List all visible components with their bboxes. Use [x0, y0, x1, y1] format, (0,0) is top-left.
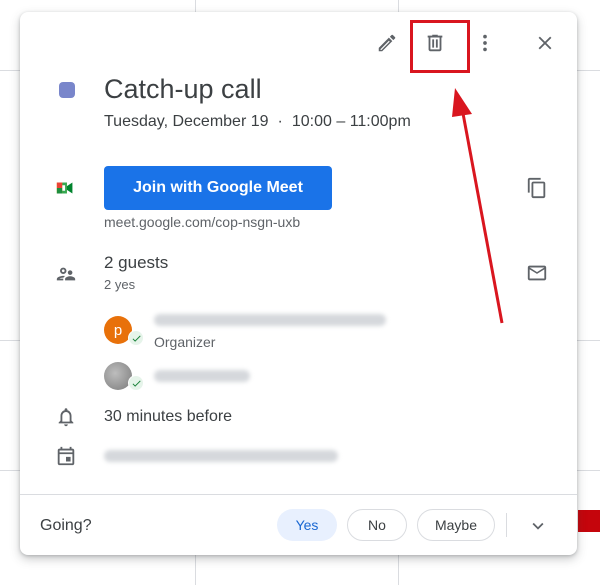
guests-response-summary: 2 yes [104, 277, 136, 292]
calendar-icon [54, 444, 78, 468]
rsvp-separator [506, 513, 507, 537]
rsvp-yes-button[interactable]: Yes [277, 509, 337, 541]
accepted-check-icon [128, 330, 144, 346]
event-time: 10:00 – 11:00pm [291, 113, 411, 130]
rsvp-maybe-button[interactable]: Maybe [417, 509, 495, 541]
event-details-popup: Catch-up call Tuesday, December 19 · 10:00… [20, 12, 577, 555]
event-color-swatch [59, 82, 75, 98]
copy-link-button[interactable] [519, 170, 555, 206]
close-button[interactable] [527, 25, 563, 61]
event-date-time: Tuesday, December 19 · 10:00 – 11:00pm [104, 113, 411, 131]
reminder-text: 30 minutes before [104, 408, 233, 425]
edit-button[interactable] [369, 25, 405, 61]
options-button[interactable] [467, 25, 503, 61]
guests-count: 2 guests [104, 253, 169, 272]
chevron-down-icon [532, 522, 544, 530]
close-icon [538, 36, 552, 50]
rsvp-prompt: Going? [40, 517, 92, 534]
join-meet-button[interactable]: Join with Google Meet [104, 166, 332, 210]
guest-name-redacted [154, 370, 250, 382]
annotation-highlight-box [410, 20, 470, 73]
event-date: Tuesday, December 19 [104, 113, 269, 130]
guest-email-redacted [154, 314, 386, 326]
copy-icon [527, 177, 546, 199]
date-separator: · [277, 113, 283, 130]
pencil-icon [378, 34, 396, 52]
accepted-check-icon [128, 375, 144, 391]
event-title: Catch-up call [104, 74, 262, 104]
rsvp-options-button[interactable] [520, 508, 556, 544]
google-meet-icon [54, 176, 78, 200]
footer-divider [20, 494, 577, 495]
people-icon [54, 262, 78, 286]
meet-link[interactable]: meet.google.com/cop-nsgn-uxb [104, 214, 300, 230]
mail-icon [527, 265, 547, 281]
calendar-owner-redacted [104, 450, 338, 462]
guest-role: Organizer [154, 334, 216, 350]
email-guests-button[interactable] [519, 255, 555, 291]
background-event-chip [578, 510, 600, 532]
more-vert-icon [483, 34, 487, 52]
rsvp-no-button[interactable]: No [347, 509, 407, 541]
bell-icon [54, 405, 78, 429]
